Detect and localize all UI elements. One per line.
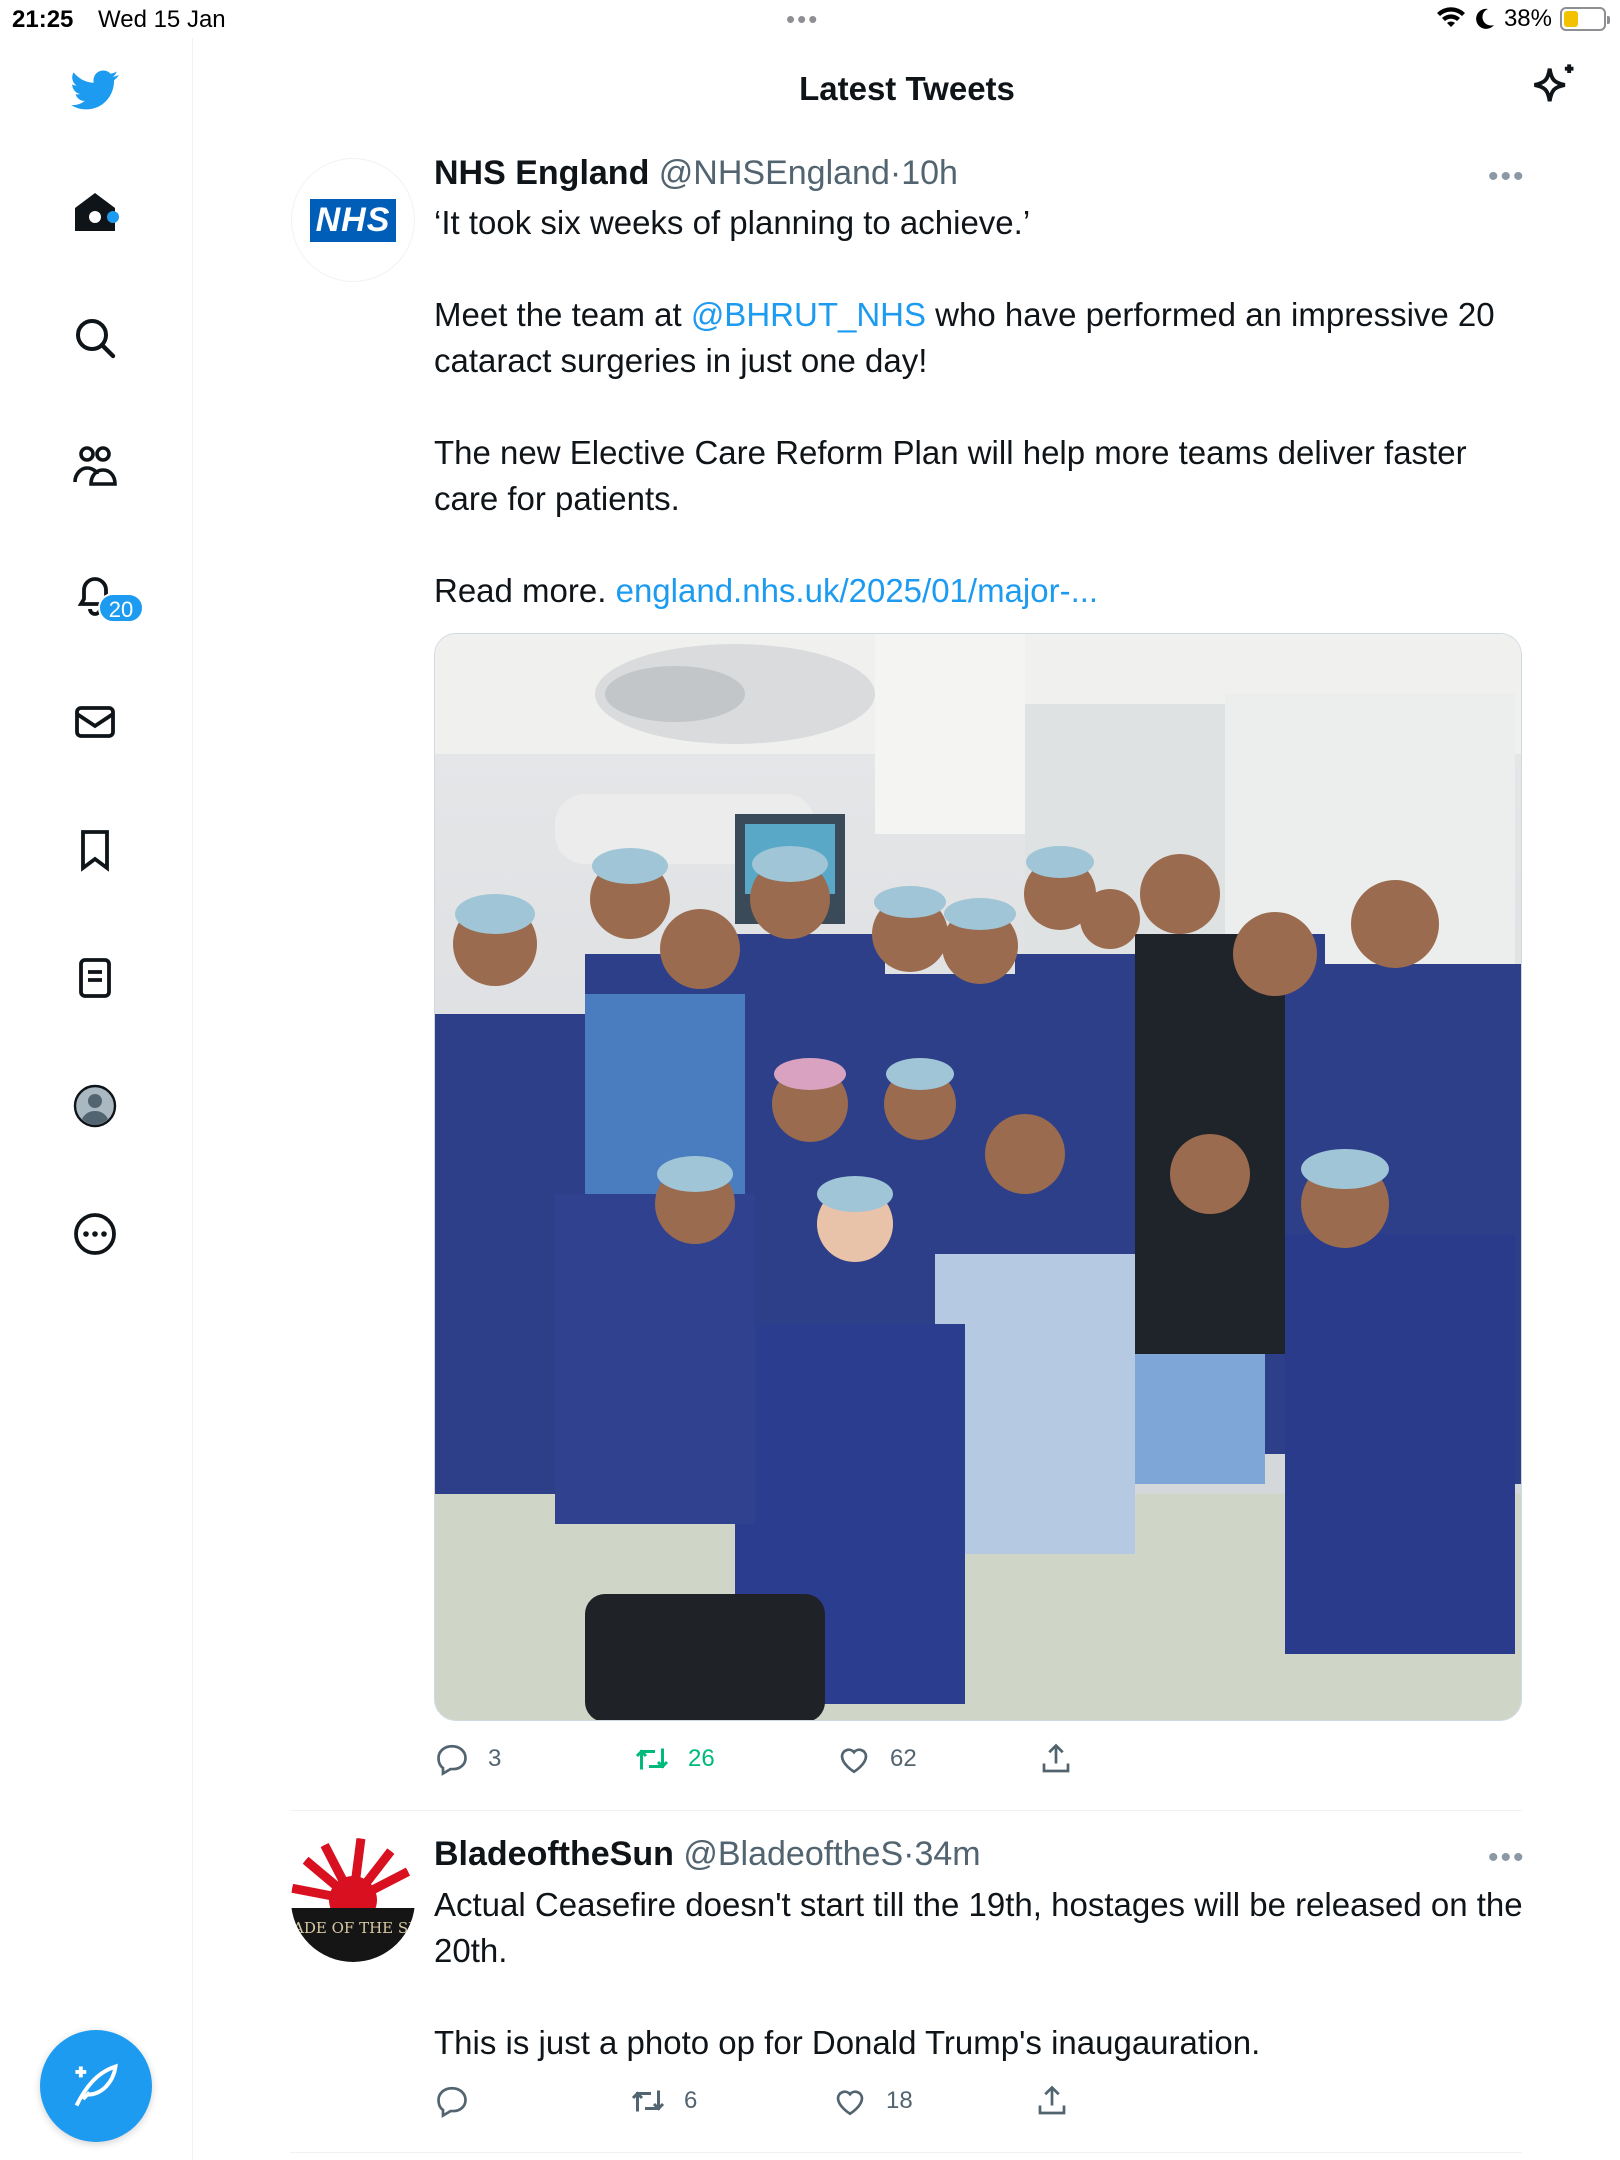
separator-dot: · [903,1835,915,1873]
twitter-logo-icon[interactable] [65,60,125,120]
share-button[interactable] [1034,2083,1070,2119]
status-time: 21:25 [12,6,74,33]
share-icon [1038,2085,1066,2115]
like-button[interactable]: 18 [832,2083,1034,2119]
reply-icon [437,2086,467,2118]
bookmarks-icon[interactable] [65,820,125,880]
search-icon[interactable] [65,308,125,368]
retweet-icon [631,2090,665,2112]
mention-link[interactable]: @BHRUT_NHS [691,296,926,333]
share-icon [1042,1743,1070,1773]
reply-button[interactable] [434,2083,630,2119]
more-icon[interactable] [65,1204,125,1264]
tweet-age[interactable]: 34m [914,1835,980,1873]
retweet-button[interactable]: 6 [630,2083,832,2119]
nhs-logo: NHS [309,198,397,242]
moon-icon [1476,8,1494,29]
messages-icon[interactable] [65,692,125,752]
author-name[interactable]: NHS England [434,154,649,192]
profile-icon[interactable] [65,1076,125,1136]
tweet-age[interactable]: 10h [901,154,958,192]
avatar[interactable]: NHS [291,158,415,282]
tweet-paragraph: Actual Ceasefire doesn't start till the … [434,1886,1523,1969]
tweet-more-icon[interactable]: ••• [1488,1841,1600,1875]
retweet-button[interactable]: 26 [634,1741,836,1777]
reply-icon [437,1744,467,1776]
avatar[interactable]: BLADE OF THE SUN [291,1838,415,1962]
home-unread-dot [107,211,119,223]
battery-level-fill [1564,11,1579,27]
share-button[interactable] [1038,1741,1074,1777]
notifications-badge: 20 [98,593,144,623]
reply-button[interactable]: 3 [434,1741,634,1777]
lists-icon[interactable] [65,948,125,1008]
tweet-header: NHS England @NHSEngland·10h [434,153,958,193]
nhs-logo-text: NHS [315,200,391,239]
avatar-text: BLADE OF THE SUN [291,1919,415,1937]
tweet-text: Meet the team at [434,296,691,333]
author-handle[interactable]: @BladeoftheS [683,1835,903,1873]
tweet-actions: 3 26 62 [434,1741,1134,1777]
status-bar: 21:25 Wed 15 Jan ••• 38% [0,0,1620,38]
tweet-actions: 6 18 [434,2083,1134,2119]
tweet-photo[interactable] [434,633,1522,1721]
status-date: Wed 15 Jan [98,6,226,33]
tweet-body: ‘It took six weeks of planning to achiev… [434,200,1524,614]
tweet-more-icon[interactable]: ••• [1488,160,1600,194]
status-right: 38% [1436,5,1610,33]
retweet-count: 26 [688,1745,715,1772]
reply-count: 3 [488,1745,502,1772]
tweet-divider [290,2152,1522,2153]
compose-icon [74,2063,118,2107]
tweet-header: BladeoftheSun @BladeoftheS·34m [434,1834,981,1874]
heart-icon [836,2090,864,2116]
tweet-text: Read more. [434,572,616,609]
compose-button[interactable] [40,2030,152,2142]
communities-icon[interactable] [65,436,125,496]
tweet-paragraph: This is just a photo op for Donald Trump… [434,2024,1261,2061]
url-link[interactable]: england.nhs.uk/2025/01/major-... [616,572,1098,609]
tweet-paragraph: Read more. england.nhs.uk/2025/01/major-… [434,568,1524,614]
battery-percent: 38% [1503,5,1552,32]
like-button[interactable]: 62 [836,1741,1038,1777]
author-name[interactable]: BladeoftheSun [434,1835,674,1873]
tweet-divider [290,1810,1522,1811]
retweet-count: 6 [684,2087,698,2114]
tweet-paragraph: The new Elective Care Reform Plan will h… [434,434,1467,517]
tweet-paragraph: Meet the team at @BHRUT_NHS who have per… [434,292,1524,384]
battery-icon [1560,7,1610,31]
wifi-icon [1436,7,1465,27]
separator-dot: · [889,154,902,192]
author-handle[interactable]: @NHSEngland [659,154,890,192]
heart-icon [840,1748,868,1774]
like-count: 62 [890,1745,917,1772]
timeline-header: Latest Tweets [194,38,1620,138]
rising-sun-avatar: BLADE OF THE SUN [291,1838,415,1962]
sparkle-icon[interactable] [1528,60,1580,112]
retweet-icon [635,1748,669,1770]
like-count: 18 [886,2087,913,2114]
page-title: Latest Tweets [799,70,1015,107]
tweet-paragraph: ‘It took six weeks of planning to achiev… [434,204,1031,241]
sidebar: 20 [0,38,193,2160]
team-photo-illustration [435,634,1521,1720]
multitasking-dots[interactable]: ••• [786,4,819,35]
tweet-body: Actual Ceasefire doesn't start till the … [434,1882,1524,2066]
